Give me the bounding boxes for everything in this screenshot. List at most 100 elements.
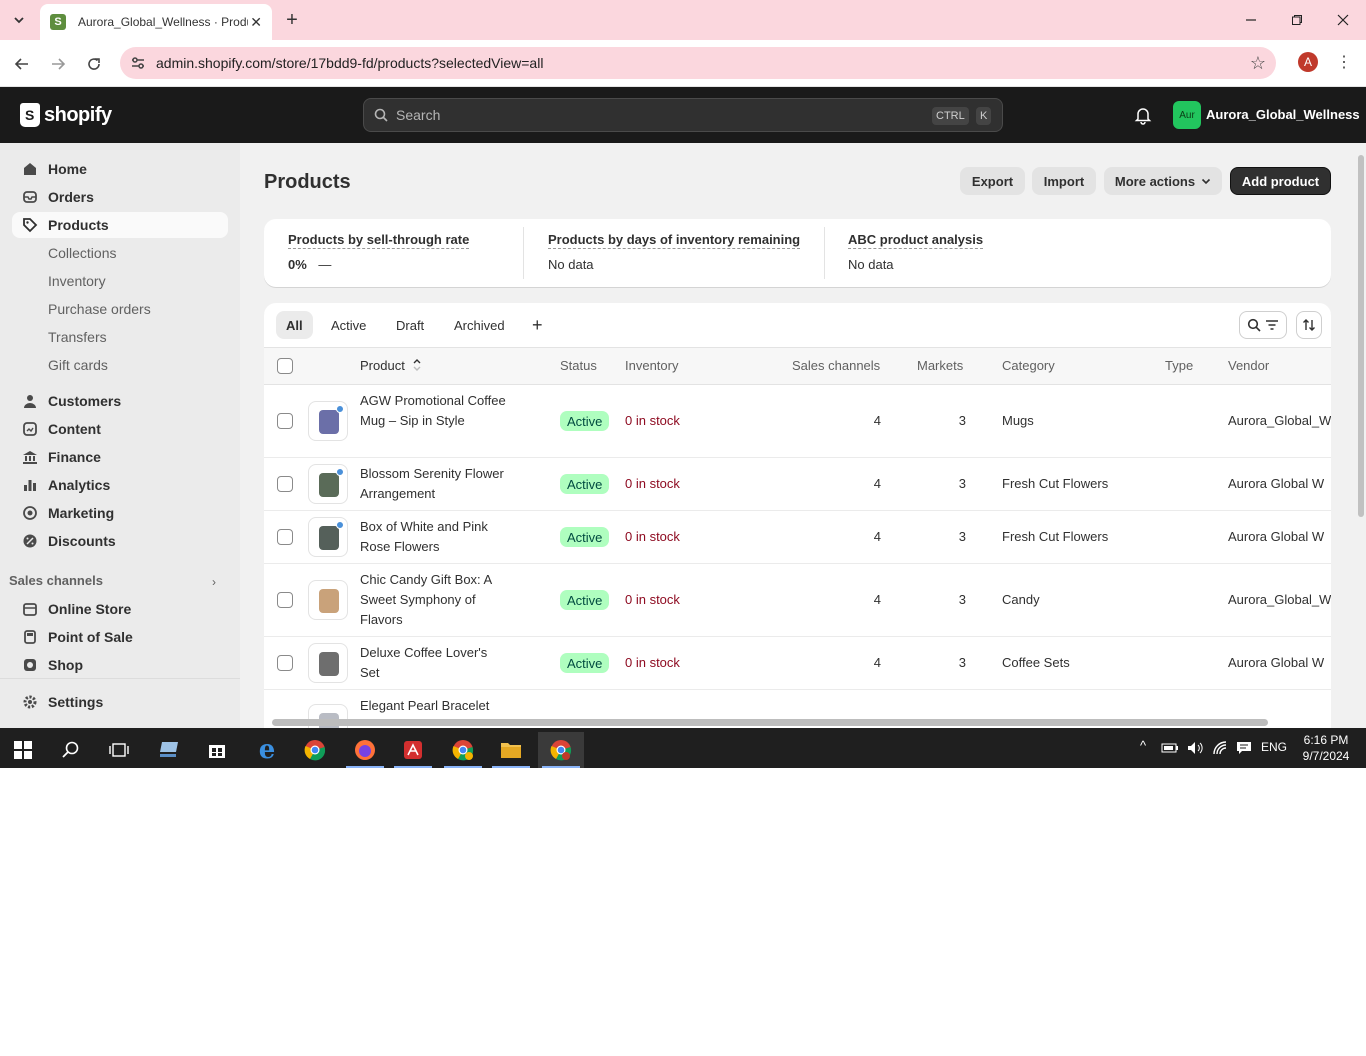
sidebar-item-content[interactable]: Content [12,416,228,442]
column-header-category[interactable]: Category [1002,358,1055,373]
task-view-button[interactable] [96,732,142,768]
export-button[interactable]: Export [960,167,1025,195]
address-bar[interactable]: admin.shopify.com/store/17bdd9-fd/produc… [120,47,1276,79]
table-row[interactable]: Box of White and Pink Rose Flowers Activ… [264,511,1331,564]
restore-button[interactable] [1274,0,1320,40]
add-product-button[interactable]: Add product [1230,167,1331,195]
show-hidden-icons-icon[interactable]: ^ [1140,738,1146,753]
search-filter-button[interactable] [1239,311,1287,339]
bookmark-star-icon[interactable]: ☆ [1250,53,1266,74]
sidebar-item-marketing[interactable]: Marketing [12,500,228,526]
notifications-bell-icon[interactable] [1133,105,1153,125]
metric-sell-through[interactable]: Products by sell-through rate 0% — [288,231,470,272]
browser-menu-icon[interactable]: ⋮ [1336,52,1352,72]
more-actions-button[interactable]: More actions [1104,167,1222,195]
sort-button[interactable] [1296,311,1322,339]
sidebar-item-settings[interactable]: Settings [12,689,228,715]
column-header-vendor[interactable]: Vendor [1228,358,1269,373]
input-language[interactable]: ENG [1261,740,1287,754]
sidebar-subitem-collections[interactable]: Collections [48,245,116,261]
tab-active[interactable]: Active [321,311,376,339]
store-avatar[interactable]: Aur [1173,101,1201,129]
taskbar-app-chrome[interactable] [292,732,338,768]
volume-icon[interactable] [1186,740,1204,756]
sidebar-item-finance[interactable]: Finance [12,444,228,470]
column-header-markets[interactable]: Markets [917,358,963,373]
admin-search-input[interactable]: Search CTRL K [363,98,1003,132]
vertical-scrollbar-thumb[interactable] [1358,155,1364,517]
select-all-checkbox[interactable] [277,358,293,374]
battery-icon[interactable] [1161,741,1179,755]
product-name-link[interactable]: AGW Promotional Coffee Mug – Sip in Styl… [360,391,510,431]
sidebar-item-discounts[interactable]: Discounts [12,528,228,554]
tab-all[interactable]: All [276,311,313,339]
table-row[interactable]: Blossom Serenity Flower Arrangement Acti… [264,458,1331,511]
product-name-link[interactable]: Chic Candy Gift Box: A Sweet Symphony of… [360,570,510,630]
sidebar-item-online-store[interactable]: Online Store [12,596,228,622]
site-settings-icon[interactable] [130,55,146,71]
back-button[interactable] [10,52,34,76]
add-view-button[interactable]: + [532,315,543,336]
taskbar-app-acrobat[interactable] [390,732,436,768]
store-name[interactable]: Aurora_Global_Wellness [1206,107,1360,122]
sidebar-item-orders[interactable]: Orders [12,184,228,210]
row-checkbox[interactable] [277,413,293,429]
chevron-right-icon[interactable]: › [212,575,216,589]
sidebar-subitem-purchase-orders[interactable]: Purchase orders [48,301,151,317]
wifi-icon[interactable] [1212,740,1228,756]
column-header-type[interactable]: Type [1165,358,1193,373]
shopify-logo[interactable]: shopify [20,103,112,127]
metric-abc-analysis[interactable]: ABC product analysis No data [848,231,984,272]
taskbar-search-button[interactable] [48,732,94,768]
table-row[interactable]: Chic Candy Gift Box: A Sweet Symphony of… [264,564,1331,637]
product-name-link[interactable]: Box of White and Pink Rose Flowers [360,517,510,557]
taskbar-app-store[interactable] [194,732,240,768]
column-header-inventory[interactable]: Inventory [625,358,678,373]
import-button[interactable]: Import [1032,167,1096,195]
taskbar-app-chrome-active[interactable] [538,732,584,768]
vertical-scrollbar[interactable] [1356,143,1366,728]
sidebar-item-analytics[interactable]: Analytics [12,472,228,498]
column-header-product[interactable]: Product [360,358,422,373]
tab-search-button[interactable] [6,8,32,32]
sidebar-item-shop[interactable]: Shop [12,652,228,678]
minimize-button[interactable] [1228,0,1274,40]
horizontal-scrollbar[interactable] [272,719,1268,726]
product-name-link[interactable]: Deluxe Coffee Lover's Set [360,643,510,683]
table-row[interactable]: Deluxe Coffee Lover's Set Active 0 in st… [264,637,1331,690]
profile-avatar[interactable]: A [1298,52,1318,72]
sidebar-subitem-transfers[interactable]: Transfers [48,329,107,345]
start-button[interactable] [0,732,46,768]
sidebar-item-customers[interactable]: Customers [12,388,228,414]
taskbar-app-chrome-profile[interactable] [440,732,486,768]
tab-close-icon[interactable]: ✕ [250,14,262,31]
forward-button[interactable] [46,52,70,76]
taskbar-app-firefox[interactable] [342,732,388,768]
row-checkbox[interactable] [277,592,293,608]
reload-button[interactable] [82,52,106,76]
taskbar-app-file-explorer[interactable] [488,732,534,768]
row-checkbox[interactable] [277,476,293,492]
taskbar-app-edge[interactable]: e [244,732,290,768]
metric-days-inventory[interactable]: Products by days of inventory remaining … [548,231,801,272]
row-checkbox[interactable] [277,655,293,671]
sidebar-item-point-of-sale[interactable]: Point of Sale [12,624,228,650]
sidebar-item-products[interactable]: Products [12,212,228,238]
sales-channels-heading[interactable]: Sales channels [9,573,103,588]
column-header-sales-channels[interactable]: Sales channels [792,358,880,373]
close-window-button[interactable] [1320,0,1366,40]
product-name-link[interactable]: Elegant Pearl Bracelet [360,696,510,716]
tab-archived[interactable]: Archived [444,311,515,339]
column-header-status[interactable]: Status [560,358,597,373]
sidebar-subitem-inventory[interactable]: Inventory [48,273,106,289]
notification-center-icon[interactable] [1236,740,1252,756]
browser-tab[interactable]: S Aurora_Global_Wellness · Products · Sh… [40,4,272,40]
sidebar-item-home[interactable]: Home [12,156,228,182]
product-name-link[interactable]: Blossom Serenity Flower Arrangement [360,464,510,504]
taskbar-app-network[interactable] [146,732,192,768]
system-clock[interactable]: 6:16 PM 9/7/2024 [1296,732,1356,764]
new-tab-button[interactable]: + [280,8,304,32]
table-row[interactable]: AGW Promotional Coffee Mug – Sip in Styl… [264,385,1331,458]
row-checkbox[interactable] [277,529,293,545]
tab-draft[interactable]: Draft [386,311,434,339]
